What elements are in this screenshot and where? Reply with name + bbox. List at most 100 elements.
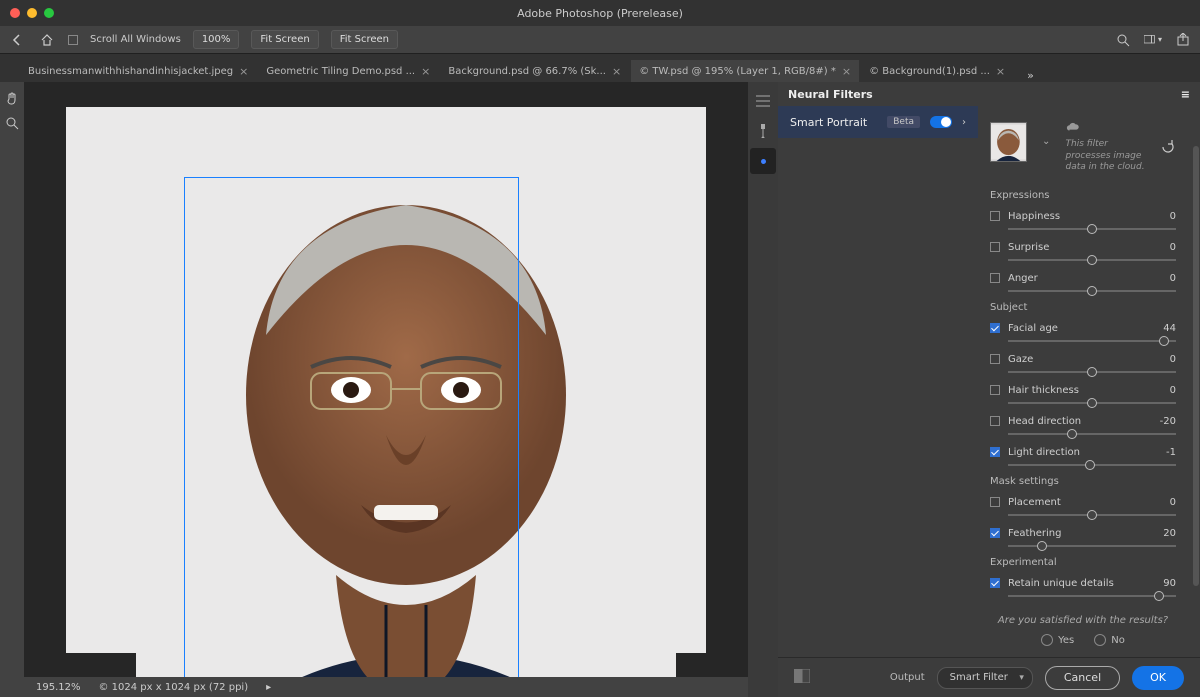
slider-label: Light direction <box>1008 447 1080 458</box>
slider-value: 0 <box>1170 385 1176 396</box>
main-area: 195.12% © 1024 px x 1024 px (72 ppi) ▸ N… <box>0 82 1200 697</box>
slider-checkbox[interactable] <box>990 385 1000 395</box>
slider-track[interactable] <box>1008 595 1176 597</box>
close-icon[interactable]: × <box>842 65 851 78</box>
slider-checkbox[interactable] <box>990 416 1000 426</box>
slider-track[interactable] <box>1008 545 1176 547</box>
chevron-down-icon[interactable]: ⌄ <box>1039 122 1054 147</box>
scroll-all-windows-checkbox[interactable]: Scroll All Windows <box>68 34 181 45</box>
home-icon[interactable] <box>38 31 56 49</box>
tab-label: Geometric Tiling Demo.psd ... <box>266 66 415 77</box>
scrollbar-thumb[interactable] <box>1193 146 1199 586</box>
filter-category-active-icon[interactable] <box>750 148 776 174</box>
tabs-overflow-icon[interactable]: » <box>1021 69 1040 82</box>
panel-scrollbar[interactable] <box>1192 106 1200 657</box>
slider-checkbox[interactable] <box>990 273 1000 283</box>
share-icon[interactable] <box>1174 31 1192 49</box>
zoom-level[interactable]: 195.12% <box>36 682 81 693</box>
slider-happiness: Happiness0 <box>990 209 1176 230</box>
document-tab[interactable]: Businessmanwithhishandinhisjacket.jpeg × <box>20 60 256 82</box>
selection-marquee[interactable] <box>184 177 519 678</box>
filter-category-icon[interactable] <box>750 118 776 144</box>
panel-footer: Output Smart Filter Cancel OK <box>778 657 1200 697</box>
search-icon[interactable] <box>1114 31 1132 49</box>
output-label: Output <box>890 672 925 683</box>
slider-track[interactable] <box>1008 402 1176 404</box>
slider-track[interactable] <box>1008 259 1176 261</box>
canvas-area: 195.12% © 1024 px x 1024 px (72 ppi) ▸ <box>24 82 748 697</box>
neural-filters-panel: Neural Filters ≡ Smart Portrait Beta › <box>778 82 1200 697</box>
fit-screen-button-1[interactable]: Fit Screen <box>251 30 318 49</box>
zoom-tool-icon[interactable] <box>5 116 19 130</box>
status-bar: 195.12% © 1024 px x 1024 px (72 ppi) ▸ <box>24 677 748 697</box>
feedback-yes-button[interactable]: Yes <box>1041 634 1074 646</box>
filter-toggle[interactable] <box>930 116 952 128</box>
slider-checkbox[interactable] <box>990 211 1000 221</box>
close-icon[interactable]: × <box>996 65 1005 78</box>
slider-checkbox[interactable] <box>990 497 1000 507</box>
options-bar: Scroll All Windows 100% Fit Screen Fit S… <box>0 26 1200 54</box>
panel-menu-icon[interactable]: ≡ <box>1181 88 1190 101</box>
slider-handle[interactable] <box>1037 541 1047 551</box>
status-disclosure-icon[interactable]: ▸ <box>266 682 271 693</box>
slider-handle[interactable] <box>1154 591 1164 601</box>
slider-handle[interactable] <box>1087 286 1097 296</box>
slider-value: 0 <box>1170 497 1176 508</box>
slider-handle[interactable] <box>1087 224 1097 234</box>
slider-track[interactable] <box>1008 340 1176 342</box>
slider-track[interactable] <box>1008 514 1176 516</box>
slider-label: Gaze <box>1008 354 1033 365</box>
slider-handle[interactable] <box>1087 510 1097 520</box>
ok-button[interactable]: OK <box>1132 666 1184 690</box>
slider-handle[interactable] <box>1085 460 1095 470</box>
document-tab[interactable]: Background.psd @ 66.7% (Sk...× <box>440 60 629 82</box>
list-view-icon[interactable] <box>750 88 776 114</box>
slider-value: 0 <box>1170 242 1176 253</box>
document-tab[interactable]: Geometric Tiling Demo.psd ... × <box>258 60 438 82</box>
slider-checkbox[interactable] <box>990 242 1000 252</box>
canvas[interactable] <box>66 107 706 653</box>
slider-handle[interactable] <box>1067 429 1077 439</box>
section-header: Mask settings <box>990 476 1176 487</box>
slider-handle[interactable] <box>1159 336 1169 346</box>
zoom-percent-button[interactable]: 100% <box>193 30 240 49</box>
slider-track[interactable] <box>1008 371 1176 373</box>
hand-tool-icon[interactable] <box>5 92 19 106</box>
slider-light-direction: Light direction-1 <box>990 445 1176 466</box>
slider-track[interactable] <box>1008 290 1176 292</box>
smart-portrait-row[interactable]: Smart Portrait Beta › <box>778 106 978 138</box>
face-thumbnail[interactable] <box>990 122 1027 162</box>
processing-note: This filter processes image data in the … <box>1066 139 1149 174</box>
slider-retain-unique-details: Retain unique details90 <box>990 576 1176 597</box>
close-icon[interactable]: × <box>612 65 621 78</box>
slider-checkbox[interactable] <box>990 447 1000 457</box>
slider-head-direction: Head direction-20 <box>990 414 1176 435</box>
slider-facial-age: Facial age44 <box>990 321 1176 342</box>
cancel-button[interactable]: Cancel <box>1045 666 1120 690</box>
slider-value: 44 <box>1163 323 1176 334</box>
back-icon[interactable] <box>8 31 26 49</box>
slider-checkbox[interactable] <box>990 354 1000 364</box>
slider-handle[interactable] <box>1087 367 1097 377</box>
close-icon[interactable]: × <box>239 65 248 78</box>
workspace-switcher-icon[interactable]: ▾ <box>1144 31 1162 49</box>
tab-label: Businessmanwithhishandinhisjacket.jpeg <box>28 66 233 77</box>
document-tab[interactable]: © Background(1).psd ...× <box>861 60 1013 82</box>
slider-checkbox[interactable] <box>990 323 1000 333</box>
canvas-viewport[interactable] <box>24 82 748 677</box>
slider-checkbox[interactable] <box>990 578 1000 588</box>
document-tab-active[interactable]: © TW.psd @ 195% (Layer 1, RGB/8#) *× <box>631 60 859 82</box>
slider-track[interactable] <box>1008 464 1176 466</box>
slider-track[interactable] <box>1008 228 1176 230</box>
output-select[interactable]: Smart Filter <box>937 667 1033 689</box>
slider-handle[interactable] <box>1087 398 1097 408</box>
fit-screen-button-2[interactable]: Fit Screen <box>331 30 398 49</box>
before-after-icon[interactable] <box>794 669 810 686</box>
feedback-no-button[interactable]: No <box>1094 634 1125 646</box>
slider-handle[interactable] <box>1087 255 1097 265</box>
slider-track[interactable] <box>1008 433 1176 435</box>
slider-anger: Anger0 <box>990 271 1176 292</box>
close-icon[interactable]: × <box>421 65 430 78</box>
reset-icon[interactable] <box>1160 140 1176 157</box>
slider-checkbox[interactable] <box>990 528 1000 538</box>
